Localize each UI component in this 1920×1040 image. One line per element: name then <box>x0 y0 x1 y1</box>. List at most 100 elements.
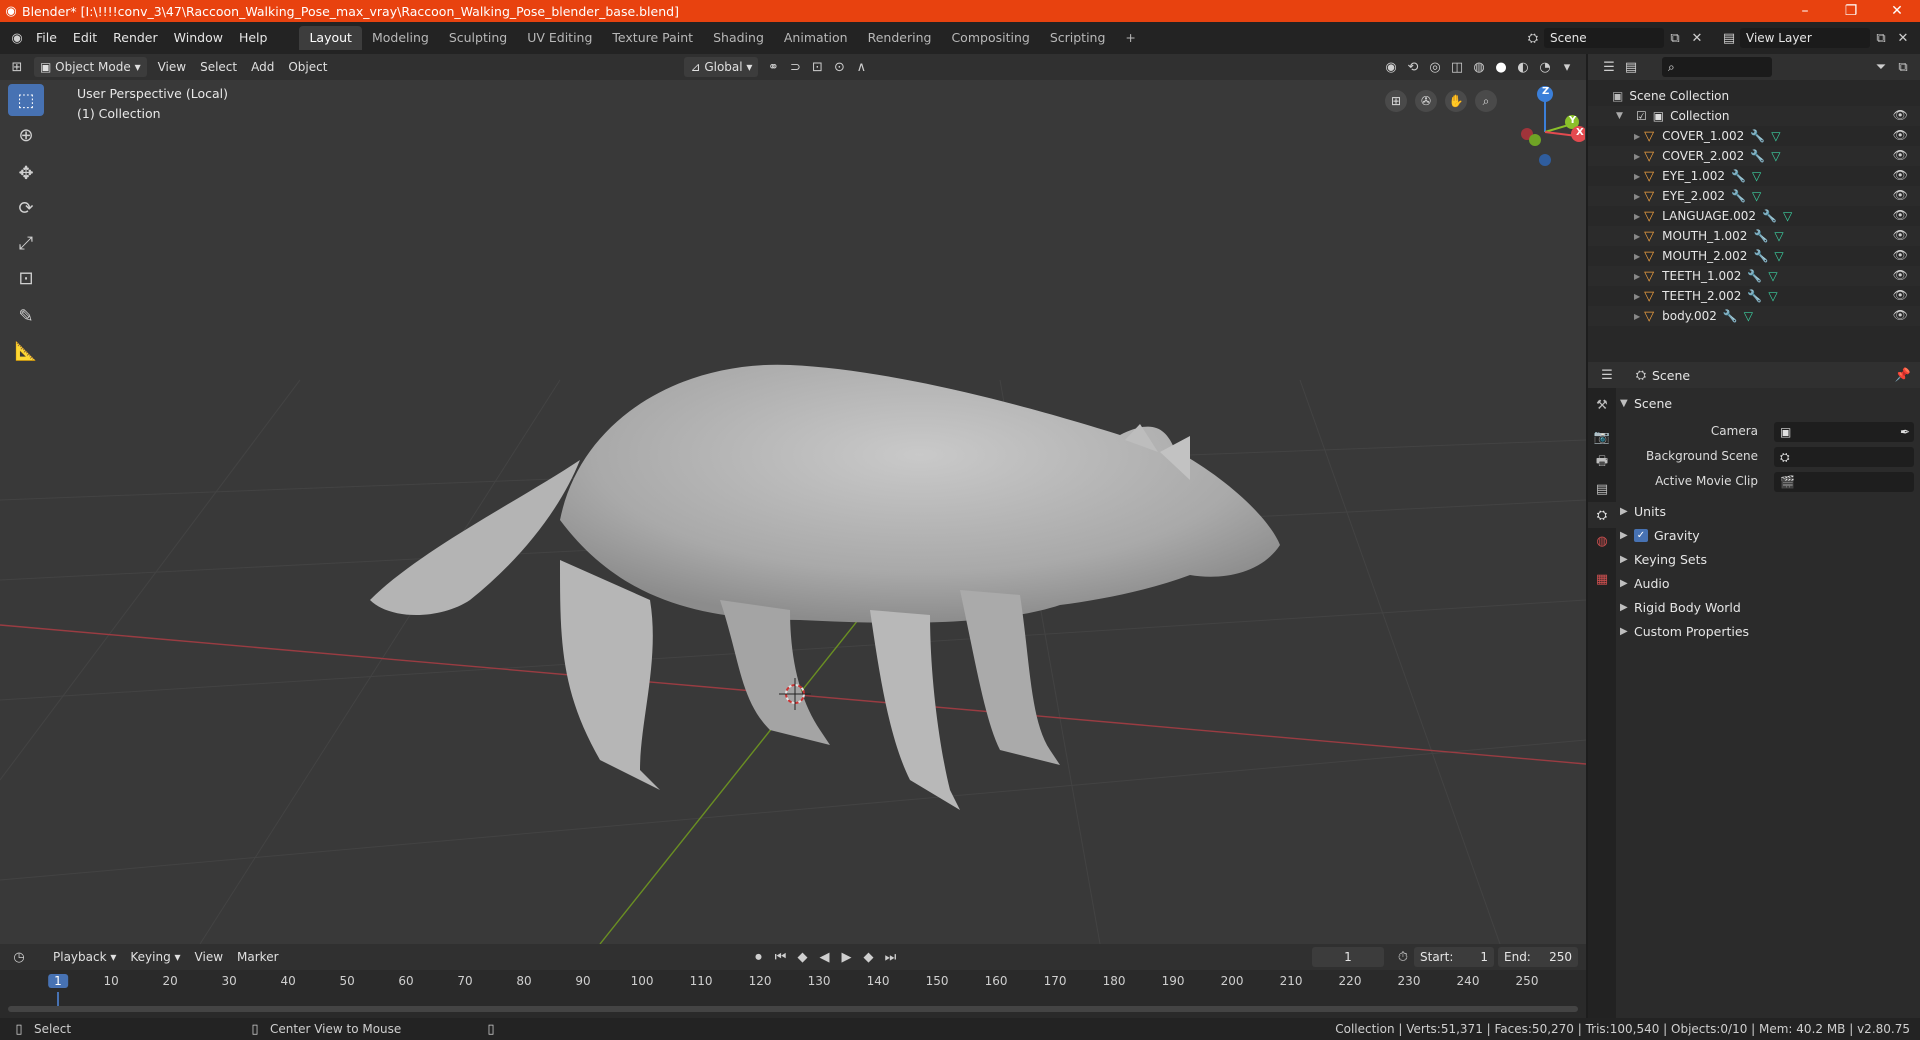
timeline[interactable]: 1 10 20 30 40 50 60 70 80 90 100 110 120 130 140 150 160… <box>0 970 1586 1018</box>
audio-panel[interactable]: ▶ Audio <box>1620 572 1916 594</box>
editor-type-icon[interactable]: ⊞ <box>6 57 28 77</box>
shading-options-icon[interactable]: ▾ <box>1556 57 1578 77</box>
add-workspace-button[interactable]: + <box>1115 26 1145 50</box>
menu-file[interactable]: File <box>28 27 65 49</box>
prev-keyframe-icon[interactable]: ◆ <box>792 947 814 967</box>
list-item[interactable]: ▶ ▽ MOUTH_1.002 🔧 ▽ 👁 <box>1588 226 1920 246</box>
scene-panel-header[interactable]: ▼ Scene <box>1620 392 1916 414</box>
eye-icon[interactable]: 👁 <box>1893 208 1908 222</box>
blender-menu-icon[interactable]: ◉ <box>6 28 28 48</box>
texture-tab-icon[interactable]: ▦ <box>1588 566 1616 592</box>
eye-icon[interactable]: 👁 <box>1893 268 1908 282</box>
outliner-search-input[interactable]: ⌕ <box>1662 57 1772 77</box>
current-frame-field[interactable]: 1 <box>1312 947 1384 967</box>
mode-selector[interactable]: ▣ Object Mode ▾ <box>34 57 147 77</box>
list-item[interactable]: ▶ ▽ COVER_1.002 🔧 ▽ 👁 <box>1588 126 1920 146</box>
expand-arrow-icon[interactable]: ▶ <box>1634 252 1640 261</box>
filter-icon[interactable]: ⏷ <box>1870 57 1892 77</box>
3d-viewport[interactable]: ⊞ ✇ ✋ ⌕ Z Y X <box>0 80 1586 944</box>
timeline-editor-icon[interactable]: ◷ <box>8 947 30 967</box>
eye-icon[interactable]: 👁 <box>1893 148 1908 162</box>
view-layer-selector[interactable]: View Layer <box>1740 28 1870 48</box>
collapse-arrow-icon[interactable]: ▼ <box>1616 111 1630 121</box>
pivot-icon[interactable]: ⚭ <box>762 57 784 77</box>
delete-view-layer-icon[interactable]: ✕ <box>1892 28 1914 48</box>
tab-layout[interactable]: Layout <box>299 26 362 50</box>
maximize-button[interactable]: ❐ <box>1828 3 1874 19</box>
tab-modeling[interactable]: Modeling <box>362 26 439 50</box>
timeline-scrollbar[interactable] <box>8 1006 1578 1012</box>
list-item[interactable]: ▶ ▽ body.002 🔧 ▽ 👁 <box>1588 306 1920 326</box>
rendered-shading-icon[interactable]: ◔ <box>1534 57 1556 77</box>
tab-rendering[interactable]: Rendering <box>858 26 942 50</box>
menu-window[interactable]: Window <box>166 27 231 49</box>
view-menu[interactable]: View <box>151 57 193 77</box>
expand-arrow-icon[interactable]: ▶ <box>1634 312 1640 321</box>
tab-uv-editing[interactable]: UV Editing <box>517 26 602 50</box>
add-menu[interactable]: Add <box>244 57 281 77</box>
expand-arrow-icon[interactable]: ▶ <box>1634 152 1640 161</box>
tool-tab-icon[interactable]: ⚒ <box>1588 392 1616 418</box>
raccoon-model[interactable] <box>370 364 1280 810</box>
grid-view-icon[interactable]: ⊞ <box>1385 90 1407 112</box>
expand-arrow-icon[interactable]: ▶ <box>1634 192 1640 201</box>
checkbox-icon[interactable]: ☑ <box>1636 109 1647 123</box>
xray-icon[interactable]: ◫ <box>1446 57 1468 77</box>
frame-ruler[interactable]: 1 10 20 30 40 50 60 70 80 90 100 110 120 130 140 150 160… <box>0 970 1586 992</box>
timeline-view-menu[interactable]: View <box>188 947 230 967</box>
list-item[interactable]: ▶ ▽ TEETH_1.002 🔧 ▽ 👁 <box>1588 266 1920 286</box>
playback-menu[interactable]: Playback ▾ <box>46 947 123 967</box>
move-tool[interactable]: ✥ <box>8 157 44 189</box>
snap-target-icon[interactable]: ⊡ <box>806 57 828 77</box>
eye-icon[interactable]: 👁 <box>1893 308 1908 322</box>
axis-gizmo[interactable] <box>1495 82 1585 172</box>
outliner-editor-icon[interactable]: ☰ <box>1598 57 1620 77</box>
transform-orientation-selector[interactable]: ⊿ Global ▾ <box>684 57 759 77</box>
snap-icon[interactable]: ⊃ <box>784 57 806 77</box>
active-movie-clip-field[interactable]: 🎬 <box>1774 472 1914 492</box>
menu-edit[interactable]: Edit <box>65 27 105 49</box>
camera-field[interactable]: ▣ ✒ <box>1774 422 1914 442</box>
play-icon[interactable]: ▶ <box>836 947 858 967</box>
eye-icon[interactable]: 👁 <box>1893 228 1908 242</box>
navigation-gizmo[interactable]: ⊞ ✇ ✋ ⌕ Z Y X <box>1385 82 1585 202</box>
jump-end-icon[interactable]: ⏭ <box>880 947 902 967</box>
measure-tool[interactable]: 📐 <box>8 335 44 367</box>
material-shading-icon[interactable]: ◐ <box>1512 57 1534 77</box>
select-menu[interactable]: Select <box>193 57 244 77</box>
tab-sculpting[interactable]: Sculpting <box>439 26 517 50</box>
tab-scripting[interactable]: Scripting <box>1040 26 1116 50</box>
list-item[interactable]: ▶ ▽ COVER_2.002 🔧 ▽ 👁 <box>1588 146 1920 166</box>
eyedropper-icon[interactable]: ✒ <box>1900 422 1910 442</box>
end-frame-field[interactable]: End: 250 <box>1498 947 1578 967</box>
tab-texture-paint[interactable]: Texture Paint <box>602 26 703 50</box>
expand-arrow-icon[interactable]: ▶ <box>1634 172 1640 181</box>
new-scene-icon[interactable]: ⧉ <box>1664 28 1686 48</box>
delete-scene-icon[interactable]: ✕ <box>1686 28 1708 48</box>
scene-collection-row[interactable]: ▣ Scene Collection <box>1588 86 1920 106</box>
eye-icon[interactable]: 👁 <box>1893 188 1908 202</box>
eye-icon[interactable]: 👁 <box>1893 288 1908 302</box>
tab-animation[interactable]: Animation <box>774 26 858 50</box>
object-menu[interactable]: Object <box>281 57 334 77</box>
rigid-body-world-panel[interactable]: ▶ Rigid Body World <box>1620 596 1916 618</box>
new-collection-icon[interactable]: ⧉ <box>1892 57 1914 77</box>
display-mode-icon[interactable]: ▤ <box>1620 57 1642 77</box>
units-panel[interactable]: ▶ Units <box>1620 500 1916 522</box>
collection-row[interactable]: ▼ ☑ ▣ Collection 👁 <box>1588 106 1920 126</box>
gravity-panel[interactable]: ▶ ✓ Gravity <box>1620 524 1916 546</box>
solid-shading-icon[interactable]: ● <box>1490 57 1512 77</box>
cursor-tool[interactable]: ⊕ <box>8 119 44 151</box>
pan-hand-icon[interactable]: ✋ <box>1445 90 1467 112</box>
falloff-icon[interactable]: ∧ <box>850 57 872 77</box>
scale-tool[interactable]: ⤢ <box>8 227 44 259</box>
background-scene-field[interactable]: ⛭ <box>1774 447 1914 467</box>
zoom-icon[interactable]: ⌕ <box>1475 90 1497 112</box>
tab-compositing[interactable]: Compositing <box>941 26 1039 50</box>
keying-menu[interactable]: Keying ▾ <box>123 947 187 967</box>
keying-sets-panel[interactable]: ▶ Keying Sets <box>1620 548 1916 570</box>
eye-icon[interactable]: 👁 <box>1893 248 1908 262</box>
annotate-tool[interactable]: ✎ <box>8 300 44 332</box>
menu-help[interactable]: Help <box>231 27 276 49</box>
menu-render[interactable]: Render <box>105 27 166 49</box>
